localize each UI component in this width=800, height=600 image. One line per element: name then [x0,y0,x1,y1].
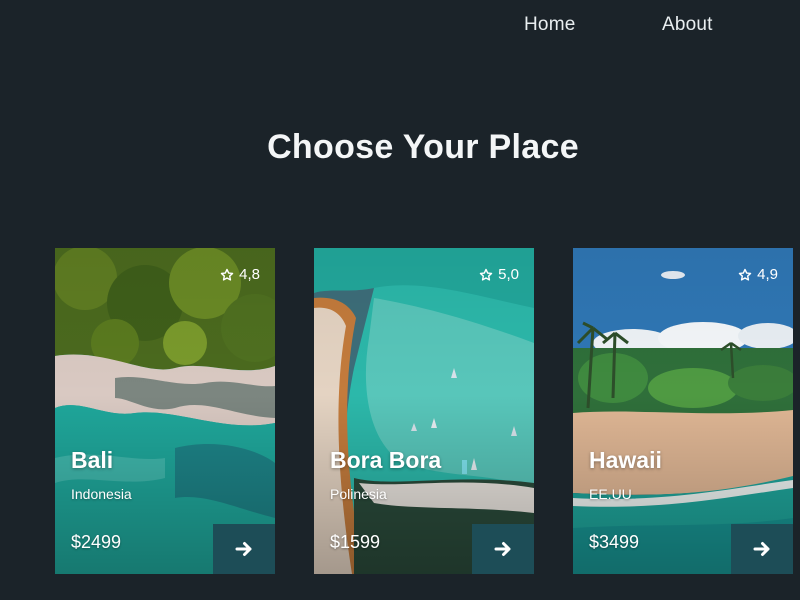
place-price: $1599 [330,532,381,552]
place-name: Bora Bora [330,447,442,473]
place-name: Bali [71,447,114,473]
place-region: EE.UU [589,486,632,502]
place-price: $2499 [71,532,122,552]
view-hawaii-button[interactable] [731,524,793,574]
view-bali-button[interactable] [213,524,275,574]
arrow-right-icon [494,542,511,556]
place-region: Indonesia [71,486,132,502]
rating-value: 5,0 [498,266,519,283]
arrow-right-icon [753,542,770,556]
star-outline-icon [479,268,493,281]
destination-card-bora-bora[interactable]: 5,0 Bora Bora Polinesia $1599 [314,248,534,574]
rating-badge: 4,9 [738,266,778,283]
arrow-right-icon [235,542,252,556]
place-name: Hawaii [589,447,662,473]
rating-value: 4,8 [239,266,260,283]
view-bora-bora-button[interactable] [472,524,534,574]
top-nav: Home About [0,14,800,42]
nav-home-link[interactable]: Home [524,14,575,36]
rating-badge: 4,8 [220,266,260,283]
page: Home About Choose Your Place 4,8 Bali In… [0,0,800,600]
star-outline-icon [738,268,752,281]
rating-value: 4,9 [757,266,778,283]
page-title: Choose Your Place [267,128,579,166]
nav-about-link[interactable]: About [662,14,713,36]
rating-badge: 5,0 [479,266,519,283]
destination-card-bali[interactable]: 4,8 Bali Indonesia $2499 [55,248,275,574]
place-region: Polinesia [330,486,387,502]
destination-card-hawaii[interactable]: 4,9 Hawaii EE.UU $3499 [573,248,793,574]
place-price: $3499 [589,532,640,552]
star-outline-icon [220,268,234,281]
